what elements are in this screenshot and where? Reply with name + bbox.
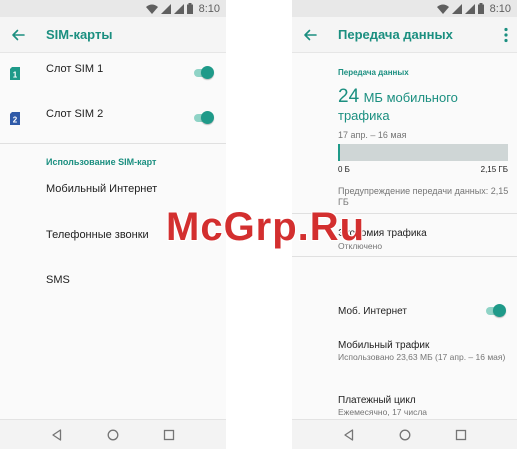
mobile-internet-label: Моб. Интернет (338, 306, 407, 317)
usage-min-label: 0 Б (338, 165, 350, 174)
navigation-bar (0, 419, 226, 449)
status-bar: 8:10 (0, 0, 226, 17)
sim-slot-2-toggle[interactable] (192, 111, 214, 125)
nav-home-icon[interactable] (399, 429, 411, 441)
usage-period: 17 апр. – 16 мая (338, 130, 407, 140)
mobile-traffic-item[interactable]: Мобильный трафик Использовано 23,63 МБ (… (292, 334, 517, 374)
usage-max-label: 2,15 ГБ (480, 165, 508, 174)
mobile-traffic-title: Мобильный трафик (338, 340, 430, 351)
usage-amount: 24 (338, 86, 360, 107)
usage-summary: 24 МБ мобильного трафика (338, 86, 508, 125)
usage-progress-fill (338, 144, 340, 161)
wifi-icon (145, 4, 158, 14)
signal-2-icon (173, 3, 184, 14)
mobile-internet-label: Мобильный Интернет (46, 183, 158, 195)
status-clock: 8:10 (489, 2, 511, 15)
data-usage-section-header: Передача данных (338, 68, 409, 77)
nav-home-icon[interactable] (107, 429, 119, 441)
sim-usage-header: Использование SIM-карт (46, 157, 157, 167)
sim-slot-1-toggle[interactable] (192, 66, 214, 80)
mobile-internet-row[interactable]: Моб. Интернет (292, 300, 517, 324)
mobile-traffic-subtitle: Использовано 23,63 МБ (17 апр. – 16 мая) (338, 352, 506, 362)
status-clock: 8:10 (198, 2, 220, 15)
sim-card-1-number: 1 (13, 71, 18, 80)
more-options-icon[interactable] (503, 26, 509, 44)
mobile-internet-toggle[interactable] (484, 304, 506, 318)
status-bar: 8:10 (292, 0, 517, 17)
nav-back-icon[interactable] (343, 429, 355, 441)
app-bar: SIM-карты (0, 17, 226, 53)
section-divider (292, 256, 517, 257)
battery-icon (186, 3, 193, 14)
app-bar: Передача данных (292, 17, 517, 53)
battery-icon (477, 3, 484, 14)
usage-progress-bar (338, 144, 508, 161)
sim-card-1-icon: 1 (10, 67, 20, 80)
sim-slot-1-row[interactable]: 1 Слот SIM 1 (0, 56, 226, 96)
billing-cycle-subtitle: Ежемесячно, 17 числа (338, 407, 428, 417)
billing-cycle-title: Платежный цикл (338, 395, 416, 406)
wifi-icon (436, 4, 449, 14)
back-arrow-icon[interactable] (10, 27, 26, 43)
sim-slot-2-row[interactable]: 2 Слот SIM 2 (0, 102, 226, 142)
navigation-bar (292, 419, 517, 449)
nav-recents-icon[interactable] (455, 429, 467, 441)
sim-slot-2-label: Слот SIM 2 (46, 108, 104, 120)
watermark: McGrp.Ru (166, 205, 366, 249)
back-arrow-icon[interactable] (302, 27, 318, 43)
signal-2-icon (464, 3, 475, 14)
phone-calls-label: Телефонные звонки (46, 229, 149, 241)
sms-item[interactable]: SMS (0, 265, 226, 297)
sim-card-2-icon: 2 (10, 112, 20, 125)
page-title: Передача данных (338, 27, 453, 42)
mobile-internet-item[interactable]: Мобильный Интернет (0, 175, 226, 207)
page-title: SIM-карты (46, 27, 113, 42)
section-divider (0, 143, 226, 144)
sim-card-2-number: 2 (13, 116, 18, 125)
billing-cycle-item[interactable]: Платежный цикл Ежемесячно, 17 числа (292, 390, 517, 420)
sms-label: SMS (46, 274, 70, 286)
signal-1-icon (160, 3, 171, 14)
signal-1-icon (451, 3, 462, 14)
nav-recents-icon[interactable] (163, 429, 175, 441)
sim-slot-1-label: Слот SIM 1 (46, 63, 104, 75)
nav-back-icon[interactable] (51, 429, 63, 441)
